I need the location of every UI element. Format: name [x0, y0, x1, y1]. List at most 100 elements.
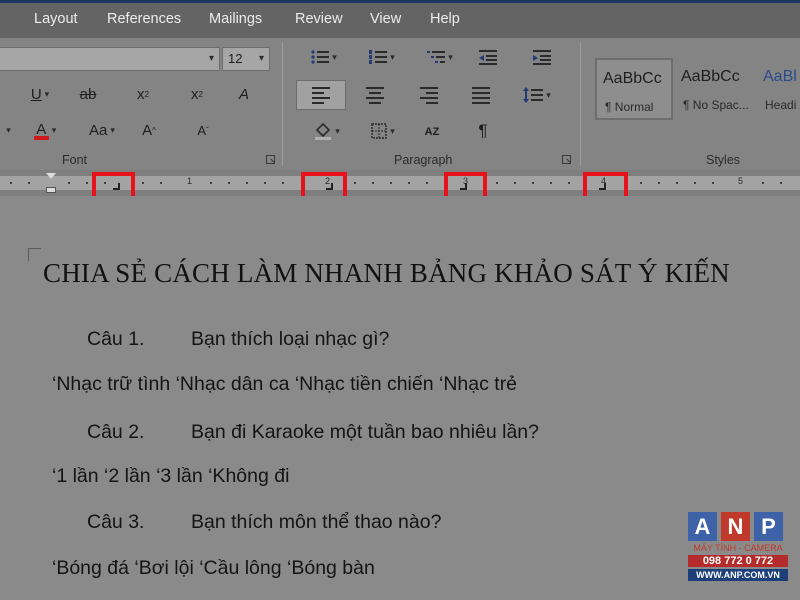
paragraph-group-label: Paragraph	[394, 153, 453, 167]
subscript-mark: 2	[144, 89, 149, 99]
font-size-value: 12	[228, 51, 243, 66]
tab-layout[interactable]: Layout	[34, 11, 78, 27]
shrink-font-button[interactable]: Aˇ	[192, 120, 214, 140]
justify-icon	[472, 86, 490, 104]
ruler-tick	[142, 182, 144, 184]
underline-icon: U	[30, 85, 42, 103]
ruler-tick	[568, 182, 570, 184]
font-group-label: Font	[62, 153, 88, 167]
ruler-tick	[532, 182, 534, 184]
line-spacing-button[interactable]: ▾	[520, 84, 554, 106]
ruler-tick	[550, 182, 552, 184]
document-title: CHIA SẺ CÁCH LÀM NHANH BẢNG KHẢO SÁT Ý K…	[43, 258, 730, 288]
align-left-icon	[312, 86, 330, 104]
margin-corner-mark	[28, 248, 41, 261]
ruler-tick	[264, 182, 266, 184]
logo-letters: A N P	[688, 512, 788, 541]
ruler-tick	[408, 182, 410, 184]
show-formatting-button[interactable]: ¶	[472, 120, 494, 142]
question-number: Câu 1.	[87, 328, 145, 350]
grow-font-button[interactable]: A ^	[138, 120, 160, 140]
sort-icon: AZ	[424, 126, 440, 138]
style-heading-1[interactable]: AaBl Headi	[757, 58, 800, 120]
logo-phone: 098 772 0 772	[688, 555, 788, 567]
indent-marker-icon[interactable]	[46, 173, 56, 193]
font-dialog-launcher-icon[interactable]	[266, 155, 275, 164]
question-text: Bạn thích môn thể thao nào?	[191, 511, 442, 533]
justify-button[interactable]	[470, 84, 492, 106]
logo-letter-a: A	[688, 512, 717, 541]
ruler-tick	[426, 182, 428, 184]
multilevel-list-icon	[427, 51, 446, 63]
underline-button[interactable]: U ▾	[18, 84, 62, 104]
font-name-combo[interactable]: ▾	[0, 47, 220, 71]
style-name: ¶ Normal	[605, 100, 654, 114]
anp-logo: A N P MÁY TÍNH - CAMERA 098 772 0 772 WW…	[688, 512, 788, 592]
increase-indent-icon	[533, 50, 551, 65]
grow-font-icon: A	[142, 121, 153, 139]
tab-review[interactable]: Review	[295, 11, 343, 27]
ruler-tick	[246, 182, 248, 184]
ruler-tick	[640, 182, 642, 184]
align-left-button[interactable]	[296, 80, 346, 110]
font-color-icon: A	[33, 121, 49, 140]
style-name: Headi	[765, 98, 797, 112]
style-preview: AaBbCc	[681, 68, 740, 85]
align-center-icon	[366, 86, 384, 104]
styles-gallery: AaBbCc ¶ Normal AaBbCc ¶ No Spac... AaBl…	[593, 58, 800, 120]
chevron-down-icon: ▾	[258, 53, 264, 64]
sort-button[interactable]: AZ	[420, 120, 444, 144]
increase-indent-button[interactable]	[530, 46, 554, 68]
superscript-icon: x	[191, 85, 199, 103]
italic-button[interactable]	[0, 84, 14, 104]
ruler-tick	[228, 182, 230, 184]
ruler-tick	[694, 182, 696, 184]
highlight-color-button[interactable]: ▾	[0, 120, 14, 140]
ruler-tick	[372, 182, 374, 184]
style-name: ¶ No Spac...	[683, 98, 749, 112]
chevron-down-icon: ▾	[390, 125, 395, 136]
tab-view[interactable]: View	[370, 11, 401, 27]
group-divider	[580, 42, 581, 166]
font-size-combo[interactable]: 12 ▾	[222, 47, 270, 71]
numbering-button[interactable]: ▾	[364, 46, 400, 68]
style-no-spacing[interactable]: AaBbCc ¶ No Spac...	[675, 58, 757, 120]
logo-letter-p: P	[754, 512, 783, 541]
change-case-button[interactable]: Aa ▾	[84, 120, 120, 140]
bullets-icon	[311, 50, 330, 64]
document-canvas[interactable]: CHIA SẺ CÁCH LÀM NHANH BẢNG KHẢO SÁT Ý K…	[0, 196, 800, 600]
question-number: Câu 3.	[87, 511, 145, 533]
strikethrough-button[interactable]: ab	[76, 84, 100, 104]
tab-mailings[interactable]: Mailings	[209, 11, 262, 27]
chevron-down-icon: ▾	[208, 53, 214, 64]
chevron-down-icon: ▾	[546, 89, 551, 100]
answer-options: ‘Nhạc trữ tình ‘Nhạc dân ca ‘Nhạc tiền c…	[52, 373, 518, 395]
question-text: Bạn đi Karaoke một tuần bao nhiêu lần?	[191, 421, 540, 443]
decrease-indent-icon	[479, 50, 497, 65]
bullets-button[interactable]: ▾	[306, 46, 342, 68]
tab-help[interactable]: Help	[430, 11, 460, 27]
numbering-icon	[369, 50, 388, 64]
borders-icon	[371, 123, 387, 139]
align-center-button[interactable]	[364, 84, 386, 106]
ribbon: ▾ 12 ▾ U ▾ ab x2 x2 A ▾ A ▾ Aa ▾ A ^ Aˇ F…	[0, 38, 800, 170]
chevron-down-icon: ▾	[335, 125, 340, 136]
subscript-button[interactable]: x2	[132, 84, 154, 104]
strikethrough-icon: ab	[79, 85, 97, 103]
shading-button[interactable]: ▾	[308, 120, 346, 142]
align-right-button[interactable]	[418, 84, 440, 106]
chevron-down-icon: ▾	[44, 88, 50, 99]
superscript-button[interactable]: x2	[186, 84, 208, 104]
borders-button[interactable]: ▾	[364, 120, 402, 142]
ribbon-tab-bar: Layout References Mailings Review View H…	[0, 0, 800, 38]
shrink-font-icon: A	[197, 122, 206, 138]
decrease-indent-button[interactable]	[476, 46, 500, 68]
multilevel-list-button[interactable]: ▾	[422, 46, 458, 68]
font-color-button[interactable]: A ▾	[24, 118, 66, 142]
ruler-tick	[762, 182, 764, 184]
tab-references[interactable]: References	[107, 11, 181, 27]
paragraph-dialog-launcher-icon[interactable]	[562, 155, 571, 164]
style-normal[interactable]: AaBbCc ¶ Normal	[595, 58, 673, 120]
paint-bucket-icon	[315, 122, 332, 140]
clear-formatting-button[interactable]: A	[232, 84, 256, 104]
